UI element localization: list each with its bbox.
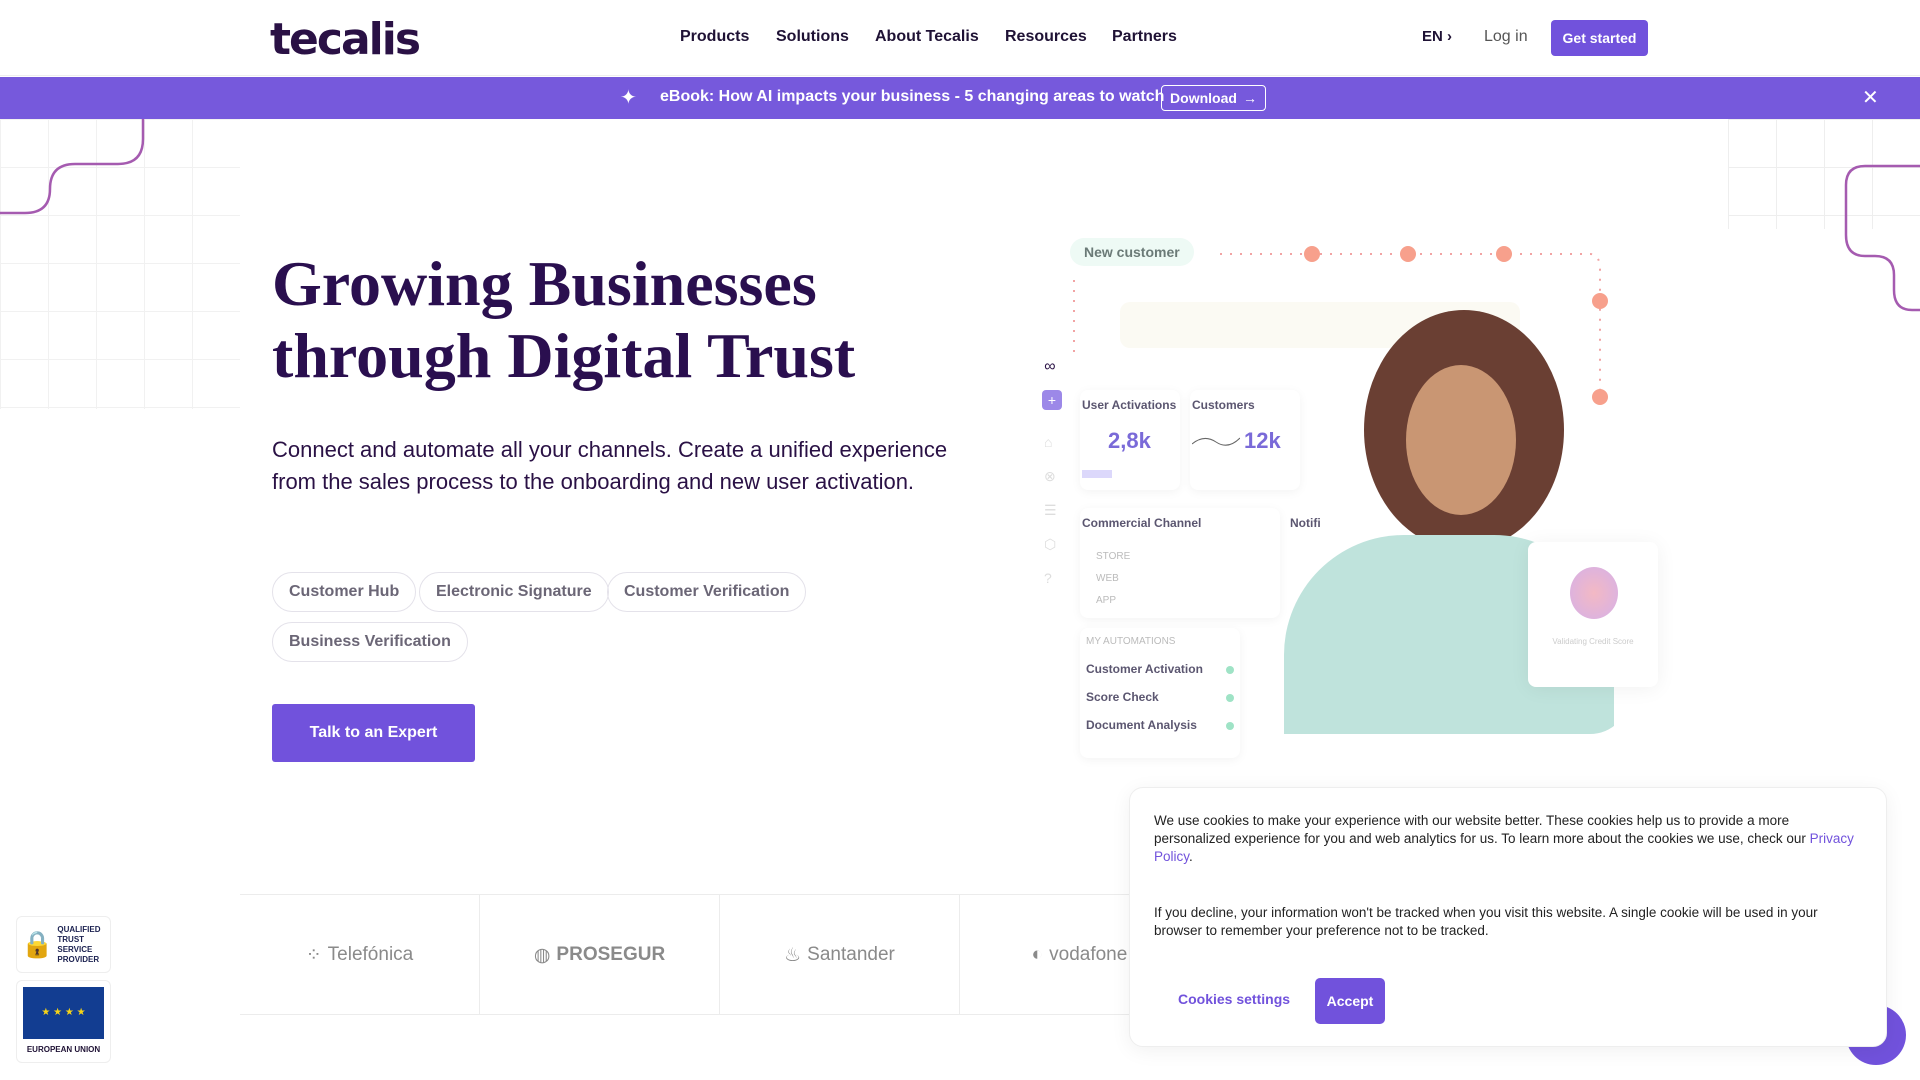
telefonica-icon: ⁘	[305, 944, 322, 966]
qualified-trust-badge: 🔒 QUALIFIED TRUST SERVICE PROVIDER	[16, 916, 111, 973]
login-link[interactable]: Log in	[1484, 28, 1528, 46]
globe-icon: ◍	[533, 944, 551, 966]
user-activations-card: User Activations 2,8k	[1080, 390, 1180, 490]
download-button[interactable]: Download →	[1161, 85, 1266, 111]
client-logos: ⁘ Telefónica ◍ PROSEGUR ♨ Santander ◐ vodafo…	[240, 894, 1200, 1015]
nav-about[interactable]: About Tecalis	[875, 28, 979, 46]
decorative-curve-right	[1844, 164, 1920, 312]
cookie-text: We use cookies to make your experience w…	[1154, 813, 1854, 864]
talk-to-expert-button[interactable]: Talk to an Expert	[272, 704, 475, 762]
chip-electronic-signature[interactable]: Electronic Signature	[419, 572, 609, 612]
hero-illustration: New customer ∞ + ⌂ ⊗ ☰ ⬡? User Activations …	[1030, 230, 1680, 760]
logo-telefonica: ⁘ Telefónica	[240, 895, 480, 1015]
flame-icon: ♨	[784, 944, 802, 966]
cookie-banner: We use cookies to make your experience w…	[1129, 787, 1887, 1047]
language-selector[interactable]: EN ›	[1422, 28, 1452, 45]
page-title: Growing Businesses through Digital Trust	[272, 248, 856, 391]
nav-solutions[interactable]: Solutions	[776, 28, 849, 46]
tecalis-logo[interactable]: tecalis	[270, 14, 421, 65]
nav-products[interactable]: Products	[680, 28, 749, 46]
eu-flag-icon: ★ ★ ★ ★	[23, 987, 104, 1039]
logo-prosegur: ◍ PROSEGUR	[480, 895, 720, 1015]
nav-partners[interactable]: Partners	[1112, 28, 1177, 46]
plus-icon: +	[1042, 390, 1062, 410]
vodafone-icon: ◐	[1031, 944, 1044, 965]
hero-lead: Connect and automate all your channels. …	[272, 437, 948, 494]
automations-card: MY AUTOMATIONS Customer Activation Score…	[1080, 628, 1240, 758]
promo-banner: ✦ eBook: How AI impacts your business - …	[0, 77, 1920, 119]
new-customer-label: New customer	[1070, 238, 1194, 266]
arrow-right-icon: →	[1242, 90, 1257, 106]
eu-badge: ★ ★ ★ ★ EUROPEAN UNION	[16, 980, 111, 1063]
chip-business-verification[interactable]: Business Verification	[272, 622, 468, 662]
close-icon[interactable]: ✕	[1862, 85, 1879, 110]
step-dot	[1400, 246, 1416, 262]
commercial-channel-card: Commercial Channel STORE WEB APP	[1080, 508, 1280, 618]
logo-santander: ♨ Santander	[720, 895, 960, 1015]
validating-card: Validating Credit Score	[1528, 542, 1658, 687]
sidebar-icons: ⌂ ⊗ ☰ ⬡?	[1044, 434, 1057, 586]
chevron-right-icon: ›	[1447, 28, 1453, 45]
accept-button[interactable]: Accept	[1315, 978, 1385, 1024]
lock-icon: 🔒	[21, 929, 54, 959]
banner-text: eBook: How AI impacts your business - 5 …	[660, 88, 1165, 105]
cookies-settings-button[interactable]: Cookies settings	[1178, 991, 1290, 1007]
site-header: tecalis Products Solutions About Tecalis…	[0, 0, 1920, 76]
step-dot	[1496, 246, 1512, 262]
get-started-button[interactable]: Get started	[1551, 20, 1648, 56]
chip-customer-verification[interactable]: Customer Verification	[607, 572, 807, 612]
cookie-decline-text: If you decline, your information won't b…	[1154, 905, 1818, 938]
infinity-icon: ∞	[1044, 358, 1056, 375]
nav-resources[interactable]: Resources	[1005, 28, 1087, 46]
fingerprint-icon	[1570, 567, 1618, 619]
decorative-curve	[0, 119, 145, 215]
chip-customer-hub[interactable]: Customer Hub	[272, 572, 417, 612]
step-dot	[1304, 246, 1320, 262]
sparkle-icon: ✦	[620, 87, 637, 109]
